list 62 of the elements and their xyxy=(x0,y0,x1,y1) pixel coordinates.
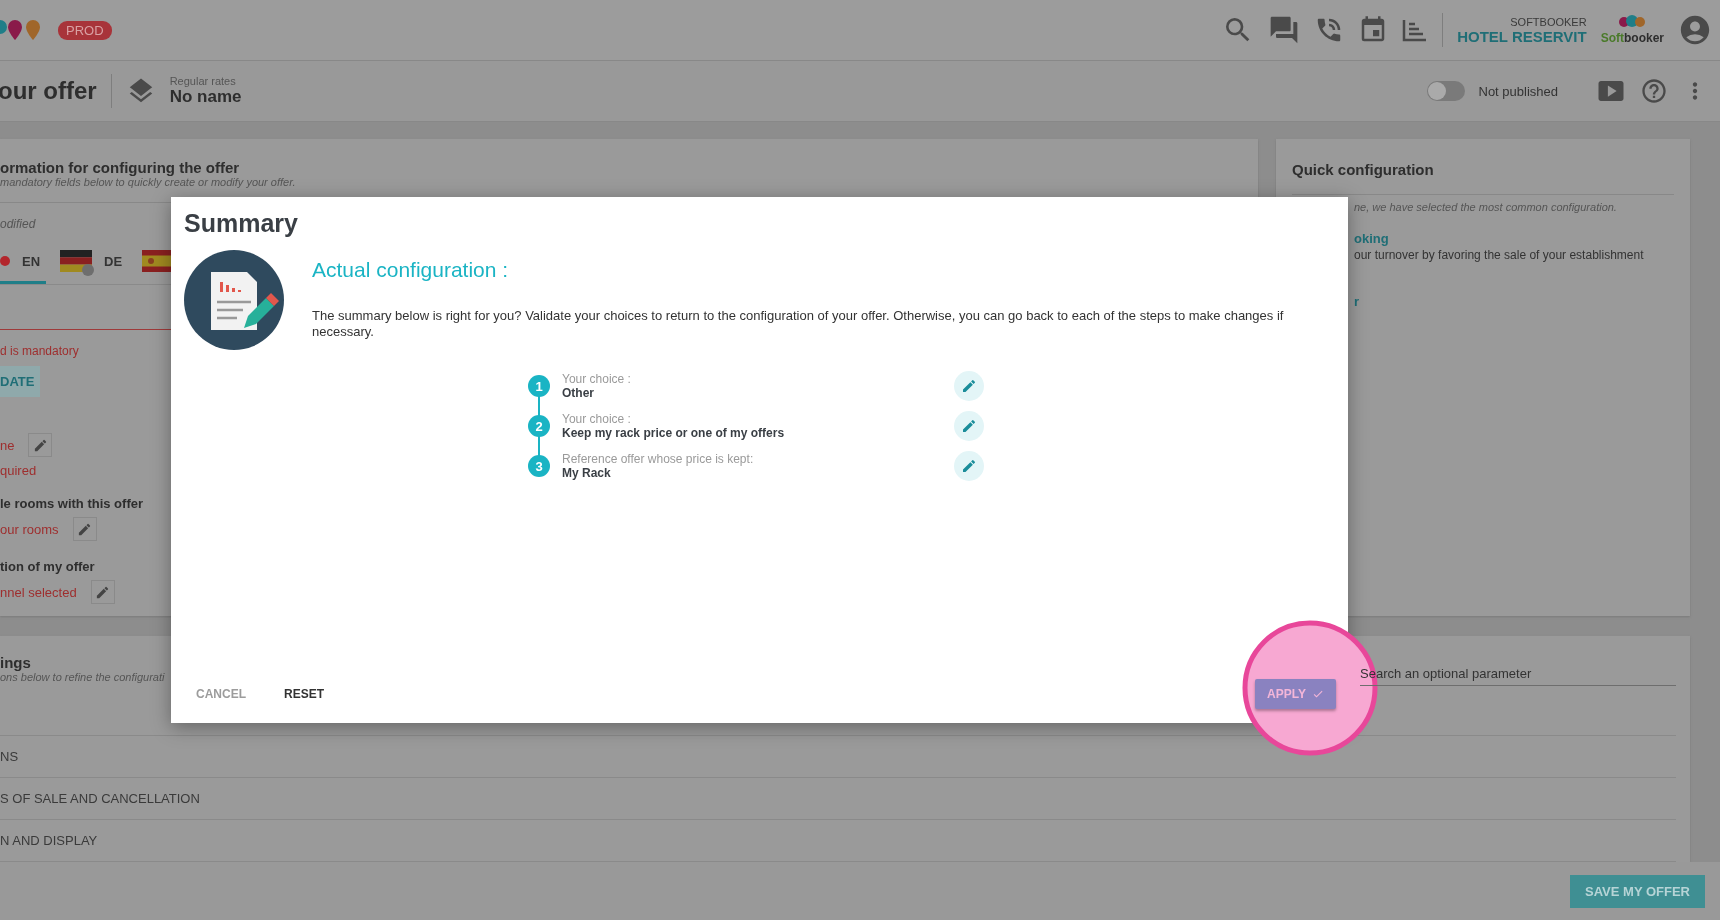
check-icon xyxy=(1312,688,1324,700)
edit-button[interactable] xyxy=(954,451,984,481)
field-heading: le rooms with this offer xyxy=(0,496,143,511)
card-title: ings xyxy=(0,654,31,671)
dialog-text: The summary below is right for you? Validate your choices to return to the configuration of your offer. Otherwise, you can go back to each of the steps to make changes if necessary. xyxy=(312,308,1285,340)
pencil-icon xyxy=(961,418,977,434)
edit-button[interactable] xyxy=(28,433,53,457)
step-number: 2 xyxy=(528,415,550,437)
save-button[interactable]: SAVE MY OFFER xyxy=(1570,874,1705,908)
dialog-heading: Actual configuration : xyxy=(312,258,510,282)
card-subtitle: ons below to refine the configurati xyxy=(0,671,165,683)
section-row[interactable]: N AND DISPLAY xyxy=(0,833,98,848)
step-label: Reference offer whose price is kept: xyxy=(562,452,755,466)
edit-button[interactable] xyxy=(72,517,97,541)
edit-button[interactable] xyxy=(90,580,115,604)
option-title: r xyxy=(1354,294,1360,309)
step-label: Your choice : xyxy=(562,412,632,426)
pencil-icon xyxy=(961,378,977,394)
language-tab[interactable]: EN xyxy=(0,241,47,284)
field-value: nnel selected xyxy=(0,584,77,600)
pencil-icon xyxy=(77,521,93,537)
rate-name: No name xyxy=(169,87,242,107)
field-note: quired xyxy=(0,463,37,478)
avatar-icon[interactable] xyxy=(1678,13,1712,47)
field-value: our rooms xyxy=(0,521,59,537)
section-row[interactable]: NS xyxy=(0,749,19,764)
company-name: SOFTBOOKER xyxy=(1510,15,1587,28)
document-icon xyxy=(184,250,284,350)
edit-button[interactable] xyxy=(954,371,984,401)
update-button[interactable]: DATE xyxy=(0,366,41,397)
option-text: our turnover by favoring the sale of your establishment xyxy=(1354,248,1644,262)
pencil-icon xyxy=(961,458,977,474)
step-number: 3 xyxy=(528,455,550,477)
reset-button[interactable]: RESET xyxy=(272,679,336,709)
step-value: Keep my rack price or one of my offers xyxy=(562,426,786,440)
card-intro: ne, we have selected the most common configuration. xyxy=(1354,201,1617,213)
step-value: My Rack xyxy=(562,466,612,480)
field-heading: tion of my offer xyxy=(0,559,95,574)
option-title: oking xyxy=(1354,231,1389,246)
step-label: Your choice : xyxy=(562,372,632,386)
card-subtitle: mandatory fields below to quickly create or modify your offer. xyxy=(0,176,297,188)
field-value: ne xyxy=(0,437,15,453)
card-title: Quick configuration xyxy=(1292,161,1435,178)
section-row[interactable]: S OF SALE AND CANCELLATION xyxy=(0,791,200,806)
rate-type: Regular rates xyxy=(169,75,237,87)
step-value: Other xyxy=(562,386,595,400)
pencil-icon xyxy=(32,437,48,453)
environment-badge: PROD xyxy=(58,20,112,40)
logo-text: Softbooker xyxy=(1600,31,1664,45)
dialog-title: Summary xyxy=(184,209,299,238)
edit-button[interactable] xyxy=(954,411,984,441)
error-message: d is mandatory xyxy=(0,344,79,358)
chart-icon[interactable] xyxy=(1402,18,1429,42)
publish-toggle[interactable] xyxy=(1426,81,1465,101)
step-number: 1 xyxy=(528,375,550,397)
card-title: ormation for configuring the offer xyxy=(0,159,241,176)
publish-status: Not published xyxy=(1478,83,1558,99)
apply-button[interactable]: APPLY xyxy=(1255,679,1336,709)
hotel-name[interactable]: HOTEL RESERVIT xyxy=(1457,27,1587,45)
pencil-icon xyxy=(95,584,111,600)
modified-note: odified xyxy=(0,217,36,231)
help-icon[interactable] xyxy=(1640,77,1668,105)
